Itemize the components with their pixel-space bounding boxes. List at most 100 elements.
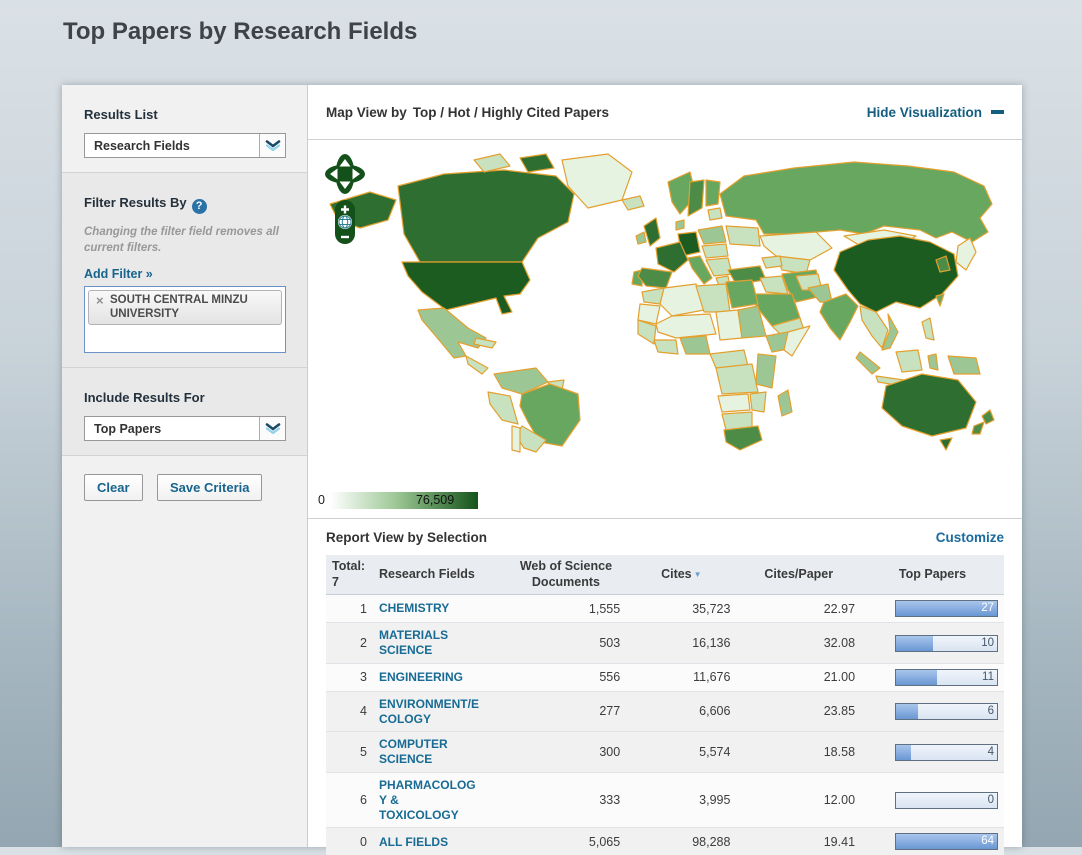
rank-cell: 4: [326, 691, 373, 732]
research-field-link[interactable]: COMPUTER SCIENCE: [379, 737, 448, 766]
top-papers-bar: 6: [895, 703, 998, 720]
top-papers-cell: 27: [861, 595, 1004, 623]
cites-per-paper-cell: 22.97: [736, 595, 861, 623]
research-field-link[interactable]: ALL FIELDS: [379, 835, 448, 849]
top-papers-bar: 4: [895, 744, 998, 761]
wos-documents-cell: 1,555: [506, 595, 626, 623]
column-header-research-fields: Research Fields: [373, 555, 506, 595]
save-criteria-button[interactable]: Save Criteria: [157, 474, 263, 501]
map-legend: 0 76,509: [330, 492, 478, 509]
top-papers-value: 6: [988, 705, 994, 718]
research-field-link[interactable]: ENGINEERING: [379, 670, 463, 684]
top-papers-value: 0: [988, 794, 994, 807]
page-title: Top Papers by Research Fields: [63, 18, 417, 46]
legend-max: 76,509: [416, 493, 454, 507]
top-papers-cell: 0: [861, 773, 1004, 828]
map-view-header: Map View by Top / Hot / Highly Cited Pape…: [308, 85, 1022, 140]
customize-link[interactable]: Customize: [936, 530, 1004, 545]
report-table: Total:7 Research Fields Web of Science D…: [326, 555, 1004, 855]
report-table-body: 1 CHEMISTRY 1,55535,72322.97 27 2MATERIALS S…: [326, 595, 1004, 855]
field-cell: MATERIALS SCIENCE: [373, 623, 506, 664]
column-header-cites[interactable]: Cites▼: [626, 555, 736, 595]
cites-per-paper-cell: 19.41: [736, 828, 861, 855]
research-field-link[interactable]: MATERIALS SCIENCE: [379, 628, 448, 657]
total-header: Total:7: [326, 555, 373, 595]
filter-tag: × SOUTH CENTRAL MINZU UNIVERSITY: [88, 290, 282, 325]
include-results-selected: Top Papers: [94, 422, 161, 436]
world-map[interactable]: 0 76,509: [308, 140, 1022, 518]
results-list-label: Results List: [84, 107, 285, 122]
table-header-row: Total:7 Research Fields Web of Science D…: [326, 555, 1004, 595]
filter-section: Filter Results By? Changing the filter f…: [62, 173, 307, 368]
main-panel: Map View by Top / Hot / Highly Cited Pape…: [308, 85, 1022, 847]
cites-cell: 16,136: [626, 623, 736, 664]
results-list-dropdown[interactable]: Research Fields: [84, 133, 286, 158]
report-view-title: Report View by Selection: [326, 530, 487, 545]
map-region-oceania[interactable]: [882, 374, 994, 450]
cites-cell: 6,606: [626, 691, 736, 732]
map-region-north-america[interactable]: [330, 154, 632, 374]
research-field-link[interactable]: CHEMISTRY: [379, 601, 449, 615]
top-papers-cell: 6: [861, 691, 1004, 732]
sidebar-actions: Clear Save Criteria: [62, 456, 307, 519]
top-papers-bar: 11: [895, 669, 998, 686]
cites-per-paper-cell: 21.00: [736, 663, 861, 691]
field-cell: COMPUTER SCIENCE: [373, 732, 506, 773]
filter-note: Changing the filter field removes all cu…: [84, 225, 285, 256]
globe-icon: [338, 215, 352, 229]
cites-per-paper-cell: 12.00: [736, 773, 861, 828]
rank-cell: 2: [326, 623, 373, 664]
field-cell: ENGINEERING: [373, 663, 506, 691]
results-list-selected: Research Fields: [94, 139, 190, 153]
include-results-label: Include Results For: [84, 390, 285, 405]
top-papers-cell: 10: [861, 623, 1004, 664]
table-row: 1 CHEMISTRY 1,55535,72322.97 27: [326, 595, 1004, 623]
rank-cell: 6: [326, 773, 373, 828]
table-row: 3 ENGINEERING 55611,67621.00 11: [326, 663, 1004, 691]
cites-cell: 11,676: [626, 663, 736, 691]
column-header-cites-per-paper: Cites/Paper: [736, 555, 861, 595]
clear-button[interactable]: Clear: [84, 474, 143, 501]
chevron-down-icon[interactable]: [259, 417, 285, 440]
field-cell: ALL FIELDS: [373, 828, 506, 855]
column-header-wos-documents: Web of Science Documents: [506, 555, 626, 595]
cites-cell: 3,995: [626, 773, 736, 828]
filter-box[interactable]: × SOUTH CENTRAL MINZU UNIVERSITY: [84, 286, 286, 353]
map-view-title: Map View by: [326, 105, 407, 120]
wos-documents-cell: 556: [506, 663, 626, 691]
map-region-asia[interactable]: [720, 162, 992, 386]
rank-cell: 3: [326, 663, 373, 691]
table-row: 4ENVIRONMENT/E COLOGY2776,60623.856: [326, 691, 1004, 732]
filter-results-label: Filter Results By: [84, 195, 187, 210]
top-papers-bar: 10: [895, 635, 998, 652]
hide-visualization-link[interactable]: Hide Visualization: [867, 105, 1004, 120]
map-view-subtitle: Top / Hot / Highly Cited Papers: [413, 105, 609, 120]
wos-documents-cell: 503: [506, 623, 626, 664]
filter-tag-label: SOUTH CENTRAL MINZU UNIVERSITY: [110, 294, 248, 320]
chevron-down-icon[interactable]: [259, 134, 285, 157]
report-view-header: Report View by Selection Customize: [308, 518, 1022, 555]
map-region-south-america[interactable]: [488, 368, 580, 452]
top-papers-value: 11: [982, 671, 994, 684]
rank-cell: 1: [326, 595, 373, 623]
add-filter-link[interactable]: Add Filter »: [84, 267, 153, 281]
minus-icon: [991, 110, 1004, 114]
cites-cell: 35,723: [626, 595, 736, 623]
field-cell: PHARMACOLOG Y & TOXICOLOGY: [373, 773, 506, 828]
world-map-svg[interactable]: [324, 144, 1004, 456]
content-panel: Results List Research Fields Filter Resu…: [62, 85, 1022, 847]
top-papers-cell: 64: [861, 828, 1004, 855]
map-controls[interactable]: [324, 152, 366, 251]
cites-per-paper-cell: 32.08: [736, 623, 861, 664]
help-icon[interactable]: ?: [192, 199, 207, 214]
research-field-link[interactable]: ENVIRONMENT/E COLOGY: [379, 697, 479, 726]
research-field-link[interactable]: PHARMACOLOG Y & TOXICOLOGY: [379, 778, 476, 822]
include-results-dropdown[interactable]: Top Papers: [84, 416, 286, 441]
table-row: 0ALL FIELDS5,06598,28819.4164: [326, 828, 1004, 855]
remove-filter-icon[interactable]: ×: [96, 293, 104, 308]
top-papers-bar: 27: [895, 600, 998, 617]
rank-cell: 5: [326, 732, 373, 773]
legend-min: 0: [318, 493, 325, 507]
wos-documents-cell: 333: [506, 773, 626, 828]
top-papers-value: 4: [988, 746, 994, 759]
